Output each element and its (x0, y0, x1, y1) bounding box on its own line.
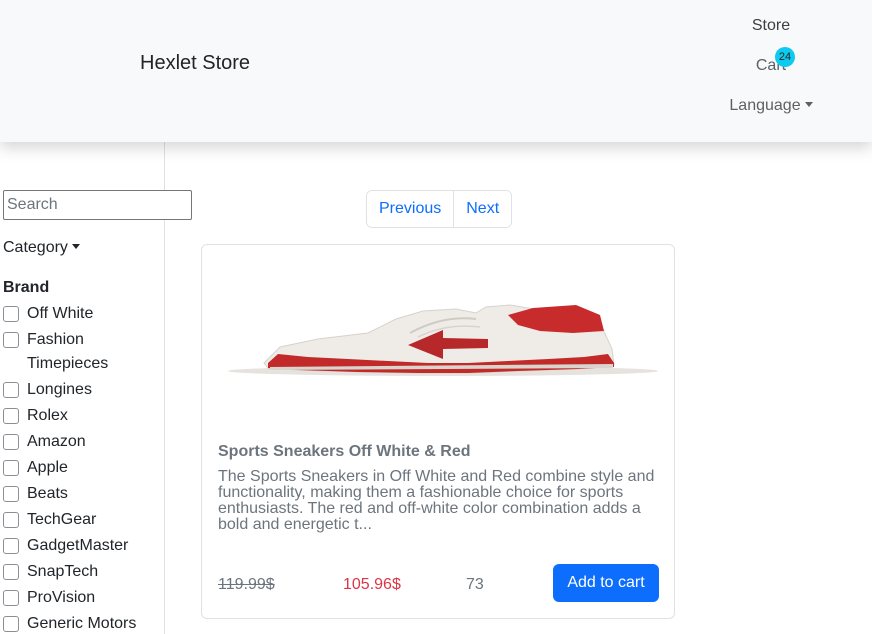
brand-label: Rolex (27, 407, 68, 424)
brand-checkbox[interactable] (3, 332, 19, 348)
brand-checkbox[interactable] (3, 382, 19, 398)
brand-checkbox[interactable] (3, 512, 19, 528)
brand-checkbox[interactable] (3, 538, 19, 554)
brand-checkbox[interactable] (3, 616, 19, 632)
nav-store-link[interactable]: Store (711, 17, 831, 35)
caret-down-icon (71, 244, 80, 249)
brand-checkbox[interactable] (3, 408, 19, 424)
brand-filter-item[interactable]: Rolex (3, 404, 163, 428)
brand-label: Apple (27, 459, 68, 476)
search-input[interactable] (3, 190, 192, 220)
navbar: Hexlet Store Store Cart 24 Language (0, 0, 872, 142)
previous-page-button[interactable]: Previous (367, 191, 454, 227)
language-label: Language (729, 97, 801, 114)
filter-sidebar: Category Brand Off White Fashion Timepie… (0, 142, 192, 634)
brand-filter-item[interactable]: Apple (3, 456, 163, 480)
brand-label: Off White (27, 305, 94, 322)
brand-label: GadgetMaster (27, 537, 129, 554)
brand-filter-item[interactable]: Beats (3, 482, 163, 506)
stock-count: 73 (466, 576, 484, 593)
brand-label: Fashion Timepieces (27, 331, 109, 372)
nav-cart-link[interactable]: Cart (711, 57, 831, 75)
category-label: Category (3, 239, 68, 256)
brand-filter-item[interactable]: TechGear (3, 508, 163, 532)
brand-checkbox[interactable] (3, 564, 19, 580)
sneaker-image (228, 304, 658, 376)
next-page-button[interactable]: Next (453, 191, 512, 227)
brand-label: ProVision (27, 589, 96, 606)
brand-filter-item[interactable]: Longines (3, 378, 163, 402)
add-to-cart-button[interactable]: Add to cart (553, 564, 659, 602)
product-title[interactable]: Sports Sneakers Off White & Red (218, 443, 471, 461)
caret-down-icon (804, 102, 813, 107)
brand-label: Longines (27, 381, 92, 398)
brand-label: TechGear (27, 511, 97, 528)
brand-filter-list: Off White Fashion Timepieces Longines Ro… (3, 302, 163, 634)
language-dropdown[interactable]: Language (711, 97, 831, 115)
discount-price: 105.96$ (343, 576, 401, 593)
pagination: Previous Next (366, 190, 513, 228)
brand-label: SnapTech (27, 563, 99, 580)
brand-filter-item[interactable]: Generic Motors (3, 612, 163, 634)
brand-filter-title: Brand (3, 279, 50, 296)
brand-label: Generic Motors (27, 615, 137, 632)
brand-checkbox[interactable] (3, 590, 19, 606)
product-description: The Sports Sneakers in Off White and Red… (218, 468, 655, 533)
brand-filter-item[interactable]: Fashion Timepieces (3, 328, 163, 376)
brand-checkbox[interactable] (3, 460, 19, 476)
brand-checkbox[interactable] (3, 434, 19, 450)
brand-filter-item[interactable]: Amazon (3, 430, 163, 454)
brand-filter-item[interactable]: Off White (3, 302, 163, 326)
brand-checkbox[interactable] (3, 306, 19, 322)
brand-label: Beats (27, 485, 68, 502)
brand-filter-item[interactable]: ProVision (3, 586, 163, 610)
old-price: 119.99$ (218, 576, 275, 593)
category-dropdown[interactable]: Category (3, 239, 80, 257)
cart-count-badge: 24 (775, 47, 795, 67)
brand-filter-item[interactable]: SnapTech (3, 560, 163, 584)
brand-checkbox[interactable] (3, 486, 19, 502)
brand-filter-item[interactable]: GadgetMaster (3, 534, 163, 558)
brand-logo-text[interactable]: Hexlet Store (140, 52, 250, 75)
product-card: Sports Sneakers Off White & Red The Spor… (201, 244, 675, 619)
brand-label: Amazon (27, 433, 86, 450)
